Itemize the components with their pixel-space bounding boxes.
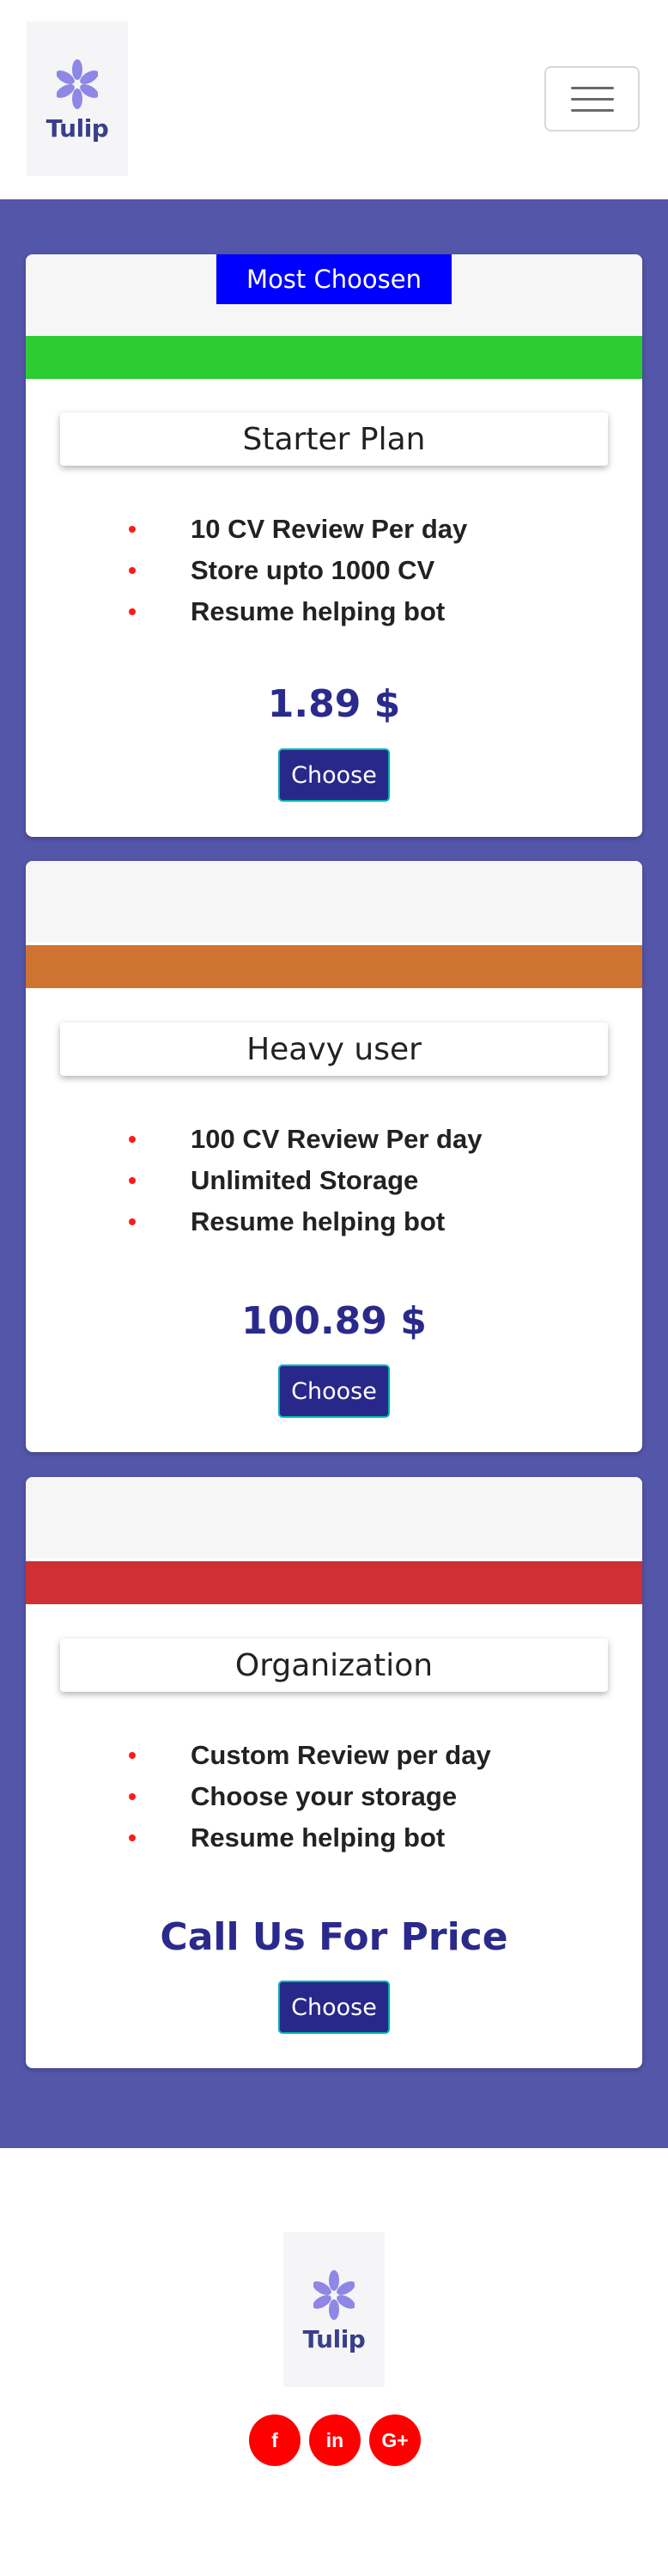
feature-text: 10 CV Review Per day (191, 514, 468, 544)
feature-item: Custom Review per day (26, 1735, 642, 1776)
pricing-card-heavy-user: Heavy user 100 CV Review Per day Unlimit… (26, 861, 642, 1452)
feature-item: 10 CV Review Per day (26, 509, 642, 550)
linkedin-icon[interactable]: in (309, 2414, 361, 2466)
plan-title: Heavy user (60, 1022, 608, 1076)
choose-button[interactable]: Choose (278, 1364, 390, 1418)
tulip-logo[interactable]: Tulip (27, 21, 128, 176)
card-header (26, 861, 642, 943)
plan-price: Call Us For Price (160, 1915, 508, 1959)
feature-text: Custom Review per day (191, 1740, 491, 1770)
feature-text: Resume helping bot (191, 596, 446, 626)
feature-item: 100 CV Review Per day (26, 1119, 642, 1160)
plan-title: Starter Plan (60, 412, 608, 466)
facebook-icon[interactable]: f (249, 2414, 301, 2466)
bullet-icon (129, 1793, 136, 1800)
tulip-flower-icon (57, 58, 98, 109)
logo-text: Tulip (46, 113, 109, 143)
pricing-card-starter: Most Choosen Starter Plan 10 CV Review P… (26, 254, 642, 837)
card-color-stripe (26, 945, 642, 988)
hamburger-menu-button[interactable] (544, 66, 640, 131)
feature-text: Resume helping bot (191, 1206, 446, 1236)
feature-item: Choose your storage (26, 1776, 642, 1817)
hamburger-menu-icon (570, 108, 614, 112)
feature-item: Resume helping bot (26, 1201, 642, 1242)
plan-price: 100.89 $ (241, 1299, 427, 1343)
plan-title: Organization (60, 1639, 608, 1692)
feature-item: Unlimited Storage (26, 1160, 642, 1201)
choose-button[interactable]: Choose (278, 748, 390, 802)
feature-item: Resume helping bot (26, 1817, 642, 1859)
social-links: f in G+ (249, 2414, 421, 2466)
card-header (26, 1477, 642, 1559)
bullet-icon (129, 1218, 136, 1225)
footer-tulip-logo[interactable]: Tulip (283, 2232, 385, 2387)
feature-item: Store upto 1000 CV (26, 550, 642, 591)
site-header: Tulip (0, 0, 668, 199)
feature-item: Resume helping bot (26, 591, 642, 632)
hamburger-menu-icon (570, 86, 614, 89)
bullet-icon (129, 1177, 136, 1184)
bullet-icon (129, 1136, 136, 1143)
tulip-flower-icon (313, 2269, 355, 2320)
feature-list: 10 CV Review Per day Store upto 1000 CV … (26, 509, 642, 632)
pricing-section: Most Choosen Starter Plan 10 CV Review P… (0, 199, 668, 2148)
card-color-stripe (26, 1561, 642, 1604)
choose-button[interactable]: Choose (278, 1981, 390, 2034)
feature-list: 100 CV Review Per day Unlimited Storage … (26, 1119, 642, 1242)
logo-text: Tulip (302, 2324, 366, 2353)
bullet-icon (129, 608, 136, 615)
plan-price: 1.89 $ (267, 682, 401, 726)
feature-list: Custom Review per day Choose your storag… (26, 1735, 642, 1859)
feature-text: Choose your storage (191, 1781, 458, 1811)
feature-text: Resume helping bot (191, 1822, 446, 1853)
google-plus-icon[interactable]: G+ (369, 2414, 421, 2466)
bullet-icon (129, 567, 136, 574)
bullet-icon (129, 1834, 136, 1841)
feature-text: Unlimited Storage (191, 1165, 419, 1195)
feature-text: Store upto 1000 CV (191, 555, 435, 585)
bullet-icon (129, 1752, 136, 1759)
most-chosen-badge: Most Choosen (216, 254, 452, 304)
card-color-stripe (26, 336, 642, 379)
bullet-icon (129, 526, 136, 533)
pricing-card-organization: Organization Custom Review per day Choos… (26, 1477, 642, 2068)
feature-text: 100 CV Review Per day (191, 1124, 483, 1154)
hamburger-menu-icon (570, 97, 614, 101)
